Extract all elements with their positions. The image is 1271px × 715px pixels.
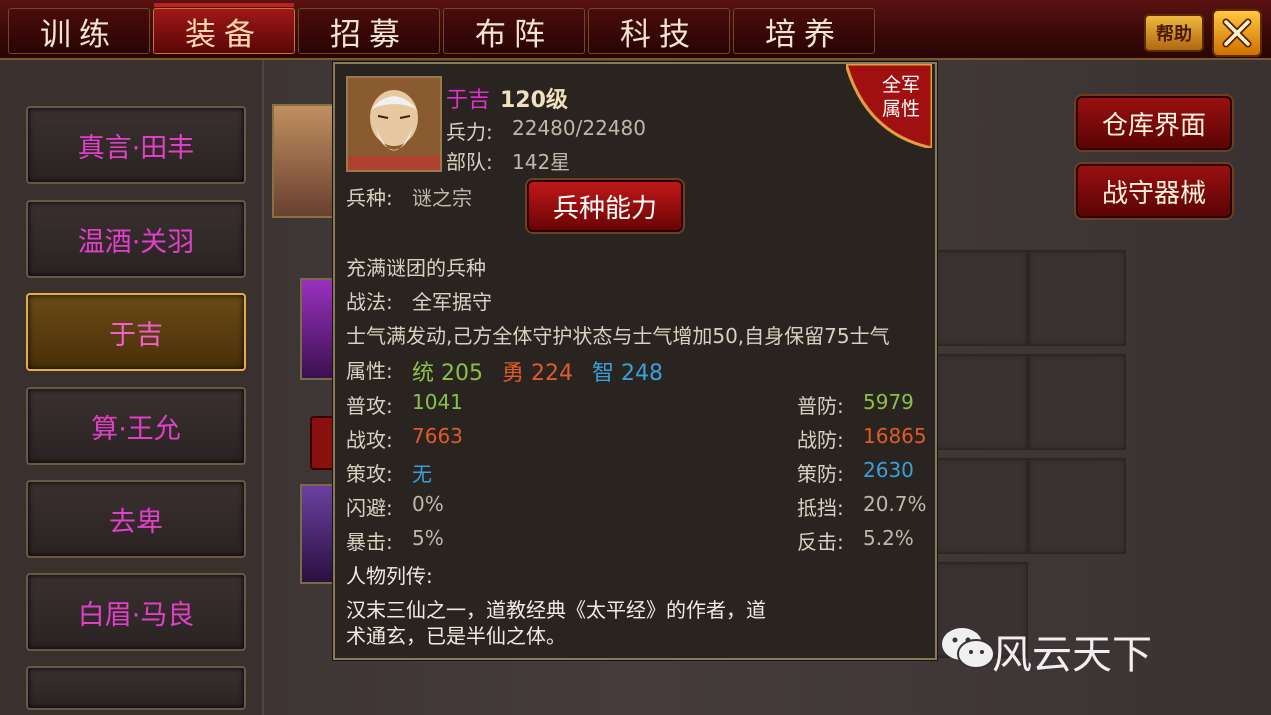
stat-value: 2630 [863, 458, 914, 482]
stat-label: 闪避: [346, 496, 393, 520]
hero-portrait [346, 76, 442, 172]
stat-label: 普攻: [346, 394, 393, 418]
stat-value: 7663 [412, 424, 463, 448]
stat-label: 策防: [797, 462, 844, 486]
hero-item-partial[interactable] [26, 666, 246, 710]
hero-name: 于吉 [446, 88, 491, 113]
type-description: 充满谜团的兵种 [346, 256, 486, 280]
stat-label: 抵挡: [797, 496, 844, 520]
badge-line-2: 属性 [882, 98, 921, 120]
badge-line-1: 全军 [882, 74, 921, 96]
inventory-slot[interactable] [1028, 458, 1126, 554]
unit-ability-button[interactable]: 兵种能力 [527, 180, 683, 232]
unit-value: 142星 [512, 150, 571, 174]
hero-item-maliang[interactable]: 白眉·马良 [26, 573, 246, 651]
attr-intellect: 智 248 [592, 361, 663, 386]
stat-value: 0% [412, 492, 444, 516]
siege-weapons-button[interactable]: 战守器械 [1076, 164, 1232, 218]
army-attribute-badge[interactable]: 全军 属性 [846, 64, 932, 148]
stat-value: 5979 [863, 390, 914, 414]
inventory-slot[interactable] [930, 250, 1028, 346]
stat-value: 5.2% [863, 526, 914, 550]
wechat-icon [942, 628, 995, 669]
stat-label: 暴击: [346, 530, 393, 554]
attr-label: 属性: [346, 359, 393, 383]
tab-technology[interactable]: 科技 [588, 8, 730, 54]
stat-label: 反击: [797, 530, 844, 554]
troops-value: 22480/22480 [512, 116, 646, 140]
stat-label: 战攻: [346, 428, 393, 452]
hero-item-guanyu[interactable]: 温酒·关羽 [26, 200, 246, 278]
hero-card-portrait[interactable] [272, 104, 338, 218]
stat-label: 策攻: [346, 462, 393, 486]
stat-label: 普防: [797, 394, 844, 418]
bio-text-line1: 汉末三仙之一，道教经典《太平经》的作者，道 [346, 598, 766, 622]
warehouse-button[interactable]: 仓库界面 [1076, 96, 1232, 150]
hero-list-sidebar: 真言·田丰 温酒·关羽 于吉 算·王允 去卑 白眉·马良 [0, 60, 264, 715]
inventory-slot[interactable] [930, 458, 1028, 554]
tactic-description: 士气满发动,己方全体守护状态与士气增加50,自身保留75士气 [346, 324, 890, 348]
close-button[interactable] [1212, 9, 1262, 57]
bio-text-line2: 术通玄，已是半仙之体。 [346, 624, 566, 648]
tab-formation[interactable]: 布阵 [443, 8, 585, 54]
stat-value: 16865 [863, 424, 927, 448]
stat-label: 战防: [797, 428, 844, 452]
attr-valor: 勇 224 [502, 361, 573, 386]
bio-label: 人物列传: [346, 564, 433, 588]
watermark-text: 风云天下 [992, 632, 1152, 678]
hero-level: 120级 [500, 88, 568, 113]
stat-value: 5% [412, 526, 444, 550]
hero-face-icon [348, 78, 440, 170]
hero-item-qubei[interactable]: 去卑 [26, 480, 246, 558]
type-label: 兵种: [346, 186, 393, 210]
hero-item-tianfeng[interactable]: 真言·田丰 [26, 106, 246, 184]
stat-value: 1041 [412, 390, 463, 414]
inventory-slot[interactable] [1028, 354, 1126, 450]
tab-cultivate[interactable]: 培养 [733, 8, 875, 54]
tab-training[interactable]: 训练 [8, 8, 150, 54]
inventory-slot[interactable] [1028, 250, 1126, 346]
tab-recruit[interactable]: 招募 [298, 8, 440, 54]
top-tab-bar: 训练 装备 招募 布阵 科技 培养 [0, 0, 1271, 60]
troops-label: 兵力: [446, 120, 493, 144]
hero-item-wangyun[interactable]: 算·王允 [26, 387, 246, 465]
tactic-value: 全军据守 [412, 290, 492, 314]
tactic-label: 战法: [346, 290, 393, 314]
unit-label: 部队: [446, 150, 493, 174]
type-value: 谜之宗 [412, 186, 472, 210]
tab-equipment[interactable]: 装备 [153, 3, 295, 54]
attr-command: 统 205 [412, 361, 483, 386]
stat-value: 20.7% [863, 492, 927, 516]
close-icon [1222, 18, 1252, 48]
inventory-slot[interactable] [930, 354, 1028, 450]
help-button[interactable]: 帮助 [1144, 14, 1204, 52]
stat-value: 无 [412, 462, 432, 486]
hero-item-yuji[interactable]: 于吉 [26, 293, 246, 371]
